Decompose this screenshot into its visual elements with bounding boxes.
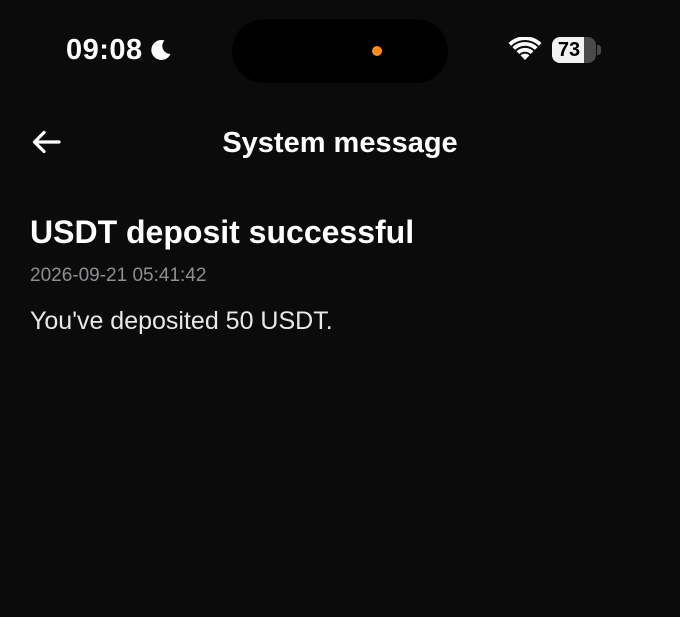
battery-cap: [597, 45, 601, 55]
battery-icon: 73: [552, 37, 596, 63]
message-title: USDT deposit successful: [30, 214, 415, 250]
privacy-indicator-dot: [372, 46, 382, 56]
dynamic-island: [232, 19, 448, 83]
page-title: System message: [222, 127, 458, 159]
status-bar: 09:08 73: [0, 0, 680, 100]
navigation-bar: System message: [0, 114, 680, 172]
battery-percent: 73: [557, 39, 581, 61]
clock-group: 09:08: [66, 34, 173, 66]
message-body: You've deposited 50 USDT.: [30, 307, 333, 335]
message-card: USDT deposit successful 2026-09-21 05:41…: [30, 210, 650, 337]
message-timestamp: 2026-09-21 05:41:42: [30, 265, 207, 286]
moon-icon: [149, 38, 173, 62]
wifi-icon: [508, 36, 542, 63]
status-time: 09:08: [66, 34, 143, 66]
